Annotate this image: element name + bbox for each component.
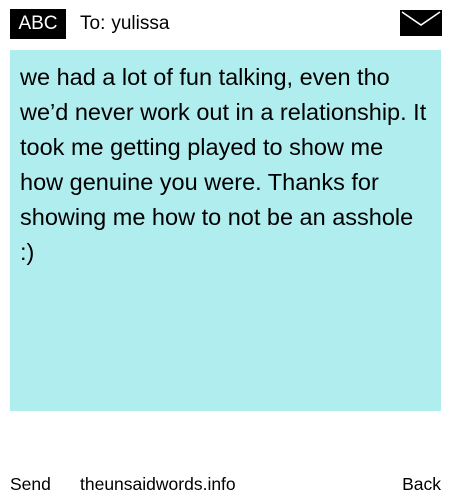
message-header: ABC To: yulissa <box>0 0 450 48</box>
send-button[interactable]: Send <box>10 470 51 498</box>
message-body[interactable]: we had a lot of fun talking, even tho we… <box>10 50 441 411</box>
envelope-icon <box>400 10 442 36</box>
message-text: we had a lot of fun talking, even tho we… <box>20 64 427 265</box>
back-button[interactable]: Back <box>402 470 441 498</box>
input-mode-badge[interactable]: ABC <box>10 9 66 39</box>
softkey-bar: Send theunsaidwords.info Back <box>0 470 450 498</box>
recipient-name: yulissa <box>111 13 170 34</box>
recipient-line: To: yulissa <box>80 9 169 39</box>
site-name: theunsaidwords.info <box>80 474 236 494</box>
to-label: To: <box>80 13 106 34</box>
